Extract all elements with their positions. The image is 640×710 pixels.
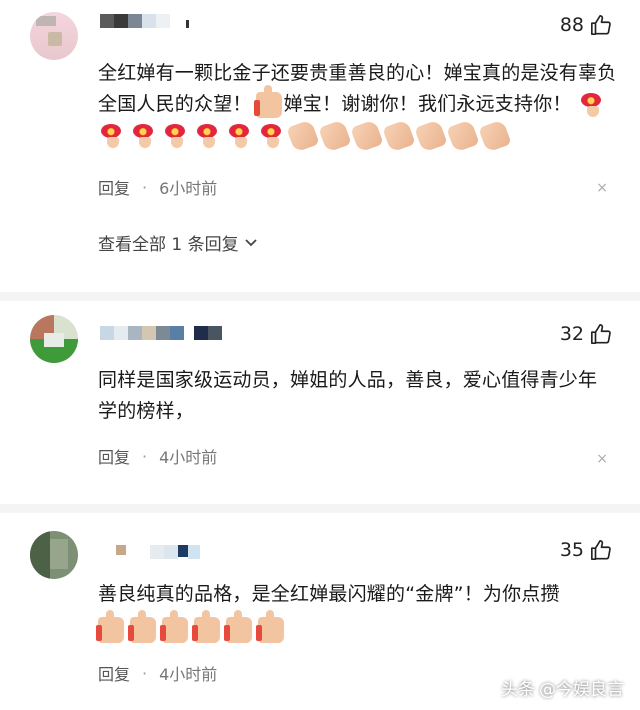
reply-button[interactable]: 回复 xyxy=(98,444,130,468)
close-icon[interactable]: × xyxy=(596,451,608,467)
comment-meta: 回复 · 6小时前 xyxy=(98,175,217,199)
thumbs-up-outline-icon xyxy=(591,324,611,344)
chevron-down-icon xyxy=(244,238,257,246)
comment-text: 善良纯真的品格，是全红婵最闪耀的“金牌”！为你点攒 xyxy=(96,579,618,645)
like-count: 88 xyxy=(559,14,584,36)
reply-button[interactable]: 回复 xyxy=(98,661,130,685)
timestamp: 4小时前 xyxy=(159,665,218,684)
like-button[interactable]: 32 xyxy=(560,323,612,345)
clap-emoji-icon xyxy=(350,118,384,153)
comment-1: 88 全红婵有一颗比金子还要贵重善良的心！婵宝真的是没有辜负全国人民的众望！ 婵宝… xyxy=(0,0,640,300)
thumbs-up-outline-icon xyxy=(591,15,611,35)
emoji-row xyxy=(96,609,618,645)
view-all-replies-button[interactable]: 查看全部 1 条回复 xyxy=(98,230,259,255)
clap-emoji-icon xyxy=(478,118,512,153)
comment-text: 全红婵有一颗比金子还要贵重善良的心！婵宝真的是没有辜负全国人民的众望！ 婵宝！谢谢… xyxy=(98,58,618,153)
username-blurred[interactable] xyxy=(100,326,222,340)
thumbs-up-emoji-icon xyxy=(256,609,284,643)
thumbs-up-outline-icon xyxy=(591,540,611,560)
reply-button[interactable]: 回复 xyxy=(98,175,130,199)
clap-emoji-icon xyxy=(286,118,320,153)
close-icon[interactable]: × xyxy=(596,180,608,196)
bouquet-emoji-icon xyxy=(130,123,156,149)
thumbs-up-emoji-icon xyxy=(160,609,188,643)
thumbs-up-emoji-icon xyxy=(96,609,124,643)
like-button[interactable]: 35 xyxy=(560,539,612,561)
thumbs-up-emoji-icon xyxy=(192,609,220,643)
clap-emoji-icon xyxy=(446,118,480,153)
divider xyxy=(0,504,640,513)
like-count: 35 xyxy=(559,539,584,561)
bouquet-emoji-icon xyxy=(226,123,252,149)
username-blurred[interactable] xyxy=(116,545,200,559)
avatar[interactable] xyxy=(30,531,78,579)
clap-emoji-icon xyxy=(382,118,416,153)
bouquet-emoji-icon xyxy=(578,92,604,118)
avatar[interactable] xyxy=(30,12,78,60)
bouquet-emoji-icon xyxy=(162,123,188,149)
divider xyxy=(0,292,640,301)
username-blurred[interactable] xyxy=(100,14,189,28)
clap-emoji-icon xyxy=(318,118,352,153)
comment-meta: 回复 · 4小时前 xyxy=(98,661,217,685)
comment-text: 同样是国家级运动员，婵姐的人品，善良，爱心值得青少年学的榜样， xyxy=(98,369,598,422)
comment-2: 32 同样是国家级运动员，婵姐的人品，善良，爱心值得青少年学的榜样， 回复 · … xyxy=(0,301,640,511)
bouquet-emoji-icon xyxy=(98,123,124,149)
thumbs-up-emoji-icon xyxy=(253,84,282,118)
timestamp: 6小时前 xyxy=(159,179,218,198)
like-count: 32 xyxy=(559,323,584,345)
bouquet-emoji-icon xyxy=(194,123,220,149)
thumbs-up-emoji-icon xyxy=(224,609,252,643)
avatar[interactable] xyxy=(30,315,78,363)
watermark: 头条 @今娱良言 xyxy=(501,680,624,700)
bouquet-emoji-icon xyxy=(258,123,284,149)
like-button[interactable]: 88 xyxy=(560,14,612,36)
comment-meta: 回复 · 4小时前 xyxy=(98,444,217,468)
thumbs-up-emoji-icon xyxy=(128,609,156,643)
clap-emoji-icon xyxy=(414,118,448,153)
timestamp: 4小时前 xyxy=(159,448,218,467)
